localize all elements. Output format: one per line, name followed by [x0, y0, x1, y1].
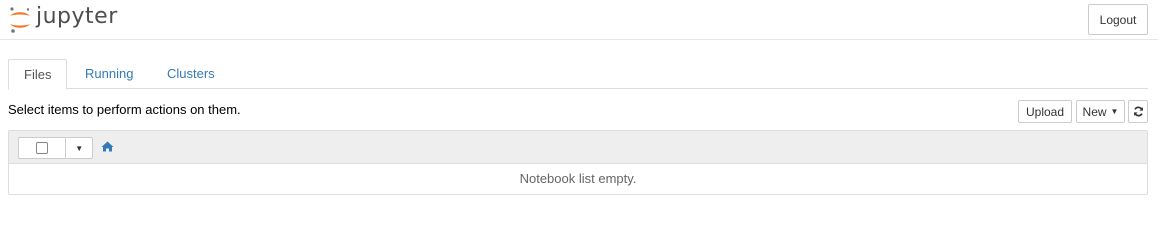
logout-button[interactable]: Logout	[1088, 4, 1148, 35]
refresh-icon	[1133, 106, 1143, 117]
home-icon[interactable]	[101, 141, 114, 152]
logo-text: jupyter	[36, 4, 118, 29]
notebook-list: ▼ Notebook list empty.	[8, 130, 1148, 195]
select-all-checkbox[interactable]	[36, 142, 49, 154]
instructions-text: Select items to perform actions on them.	[8, 102, 241, 117]
select-all-checkbox-wrap[interactable]	[19, 138, 67, 158]
jupyter-logo[interactable]: jupyter	[8, 6, 118, 34]
tab-running[interactable]: Running	[70, 59, 148, 89]
caret-down-icon: ▼	[1110, 107, 1119, 116]
select-dropdown-button[interactable]: ▼	[66, 138, 92, 158]
jupyter-logo-icon	[10, 7, 30, 33]
upload-button[interactable]: Upload	[1018, 100, 1072, 123]
tab-files[interactable]: Files	[8, 59, 67, 90]
caret-down-icon: ▼	[75, 143, 84, 153]
notebook-list-header: ▼	[9, 131, 1147, 164]
tab-clusters[interactable]: Clusters	[152, 59, 230, 89]
header: jupyter Logout	[0, 0, 1158, 40]
new-button[interactable]: New ▼	[1076, 100, 1125, 123]
tab-bar: Files Running Clusters	[8, 59, 1148, 90]
select-all-group: ▼	[18, 137, 93, 159]
new-button-label: New	[1082, 104, 1107, 119]
refresh-button[interactable]	[1128, 100, 1148, 123]
empty-list-message: Notebook list empty.	[519, 171, 637, 186]
